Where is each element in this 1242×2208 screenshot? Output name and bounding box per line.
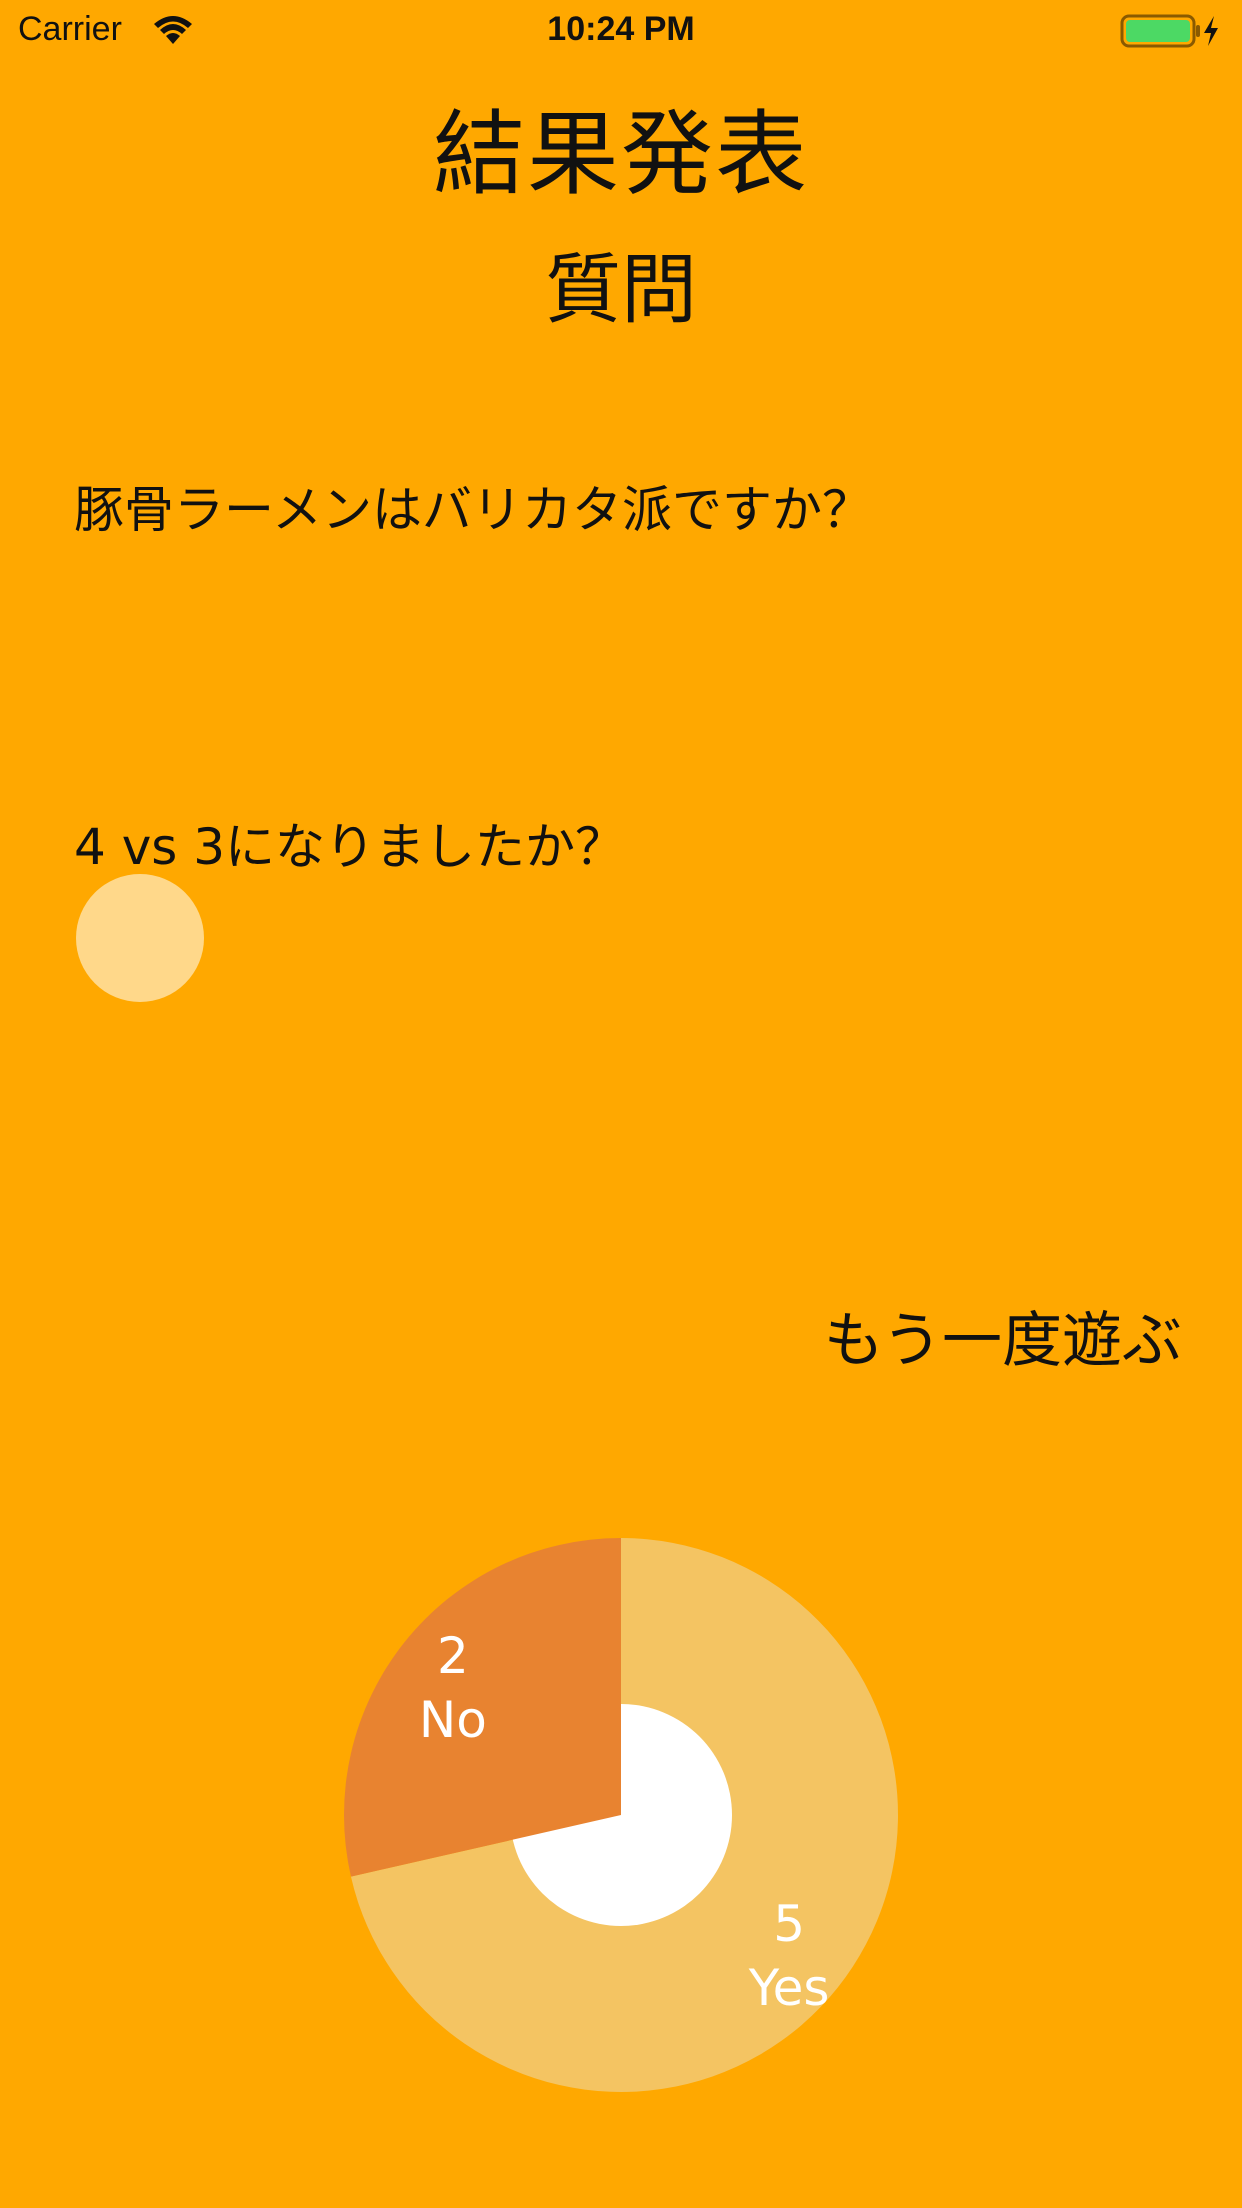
result-indicator-dot — [76, 874, 204, 1002]
question-text: 豚骨ラーメンはバリカタ派ですか？ — [74, 481, 872, 539]
battery-icon — [1120, 14, 1218, 48]
result-text: 4 vs 3になりましたか？ — [74, 818, 626, 876]
pie-value-label-yes: 5 — [773, 1895, 805, 1953]
pie-category-label-yes: Yes — [748, 1959, 830, 2017]
pie-category-label-no: No — [419, 1691, 487, 1749]
pie-slice-yes — [350, 1538, 899, 2093]
section-subtitle: 質問 — [545, 245, 697, 334]
clock-time: 10:24 PM — [547, 10, 695, 48]
page-title: 結果発表 — [432, 101, 809, 208]
bolt-icon — [1204, 16, 1218, 46]
status-bar: Carrier 10:24 PM — [0, 0, 1242, 62]
pie-value-label-no: 2 — [437, 1627, 469, 1685]
replay-button[interactable]: もう一度遊ぶ — [824, 1292, 1182, 1379]
pie-center-hole — [510, 1704, 732, 1926]
pie-slice-no — [344, 1538, 621, 1877]
